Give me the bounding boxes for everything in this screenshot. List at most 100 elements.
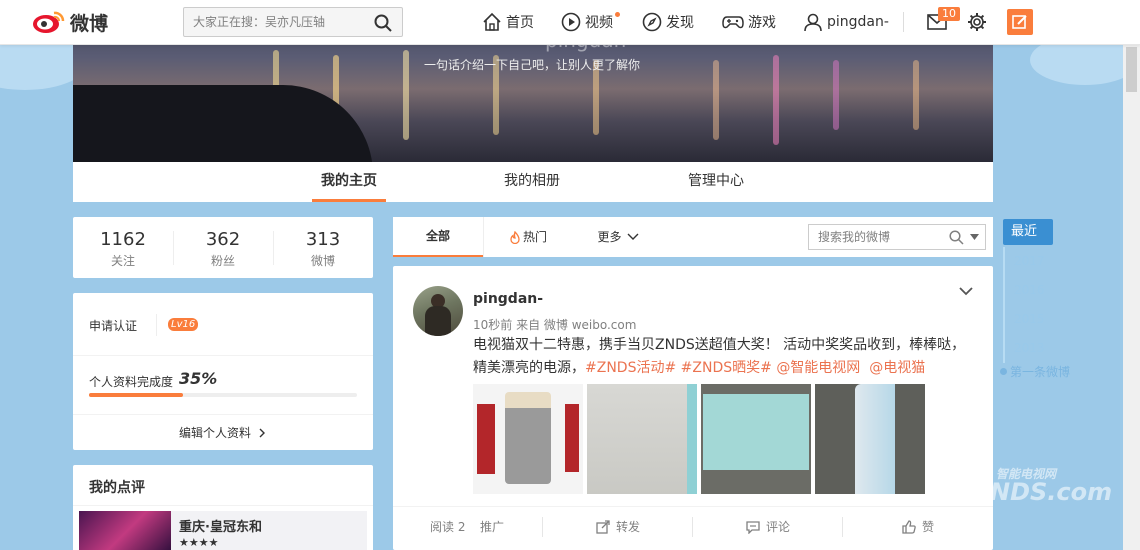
tab-my-homepage[interactable]: 我的主页	[312, 162, 386, 202]
post-photo[interactable]	[701, 384, 811, 494]
nav-divider	[903, 12, 904, 32]
timeline-year[interactable]: 2017	[1003, 247, 1073, 276]
settings-gear-icon[interactable]	[967, 12, 987, 32]
level-badge[interactable]: Lv16	[168, 318, 199, 331]
feed-tab-divider	[483, 217, 484, 257]
scrollbar-thumb[interactable]	[1126, 47, 1137, 92]
cover-light-reflection	[833, 60, 839, 130]
reviews-card: 我的点评 重庆·皇冠东和 ★★★★	[73, 465, 373, 550]
timeline-year[interactable]: 2015	[1003, 305, 1073, 334]
topic-tag-link[interactable]: #ZNDS晒奖#	[681, 360, 772, 376]
photo-pouch	[505, 392, 551, 484]
feed-filter-tabs: 全部 热门 更多	[393, 217, 993, 257]
following-count: 1162	[100, 229, 146, 250]
year-timeline: 最近 2017 2016 2015 2013 第一条微博	[1000, 219, 1073, 380]
nav-home[interactable]: 首页	[482, 10, 534, 34]
review-item[interactable]: 重庆·皇冠东和 ★★★★	[79, 511, 367, 550]
post-photo[interactable]	[473, 384, 583, 494]
weibo-eye-icon	[33, 11, 65, 33]
post-author-name[interactable]: pingdan-	[473, 291, 543, 307]
compass-icon	[642, 12, 662, 32]
message-count-badge: 10	[938, 7, 960, 21]
nav-video-label: 视频	[585, 15, 613, 31]
repost-button[interactable]: 转发	[596, 507, 640, 547]
post-meta: 10秒前 来自 微博 weibo.com	[473, 318, 637, 332]
topic-tag-link[interactable]: #ZNDS活动#	[585, 360, 676, 376]
global-search-input[interactable]	[184, 8, 364, 36]
search-icon[interactable]	[374, 14, 392, 32]
stat-following[interactable]: 1162 关注	[73, 229, 173, 269]
compose-post-button[interactable]	[1007, 9, 1033, 35]
cover-light-reflection	[773, 55, 779, 145]
tab-all-posts[interactable]: 全部	[393, 217, 483, 257]
weibo-logo[interactable]: 微博	[32, 8, 108, 36]
profile-info-card: 申请认证 Lv16 个人资料完成度 35% 编辑个人资料	[73, 293, 373, 450]
comment-button[interactable]: 评论	[746, 507, 790, 547]
repost-icon	[596, 520, 610, 534]
nav-profile[interactable]: pingdan-	[803, 10, 889, 34]
mention-link[interactable]: @智能电视网	[776, 360, 860, 376]
profile-tabs: 我的主页 我的相册 管理中心	[73, 162, 993, 202]
photo-package-right	[565, 404, 579, 472]
tab-hot-posts[interactable]: 热门	[498, 217, 558, 257]
info-divider	[73, 355, 373, 356]
stats-card: 1162 关注 362 粉丝 313 微博	[73, 217, 373, 278]
post-photo[interactable]	[587, 384, 697, 494]
video-new-dot	[615, 12, 620, 17]
nav-video[interactable]: 视频	[561, 10, 613, 34]
completeness-progress-bar	[89, 393, 357, 397]
photo-box-edge	[687, 384, 697, 494]
post-action-bar: 阅读 2 推广 转发 评论 赞	[393, 506, 993, 546]
promote-button[interactable]: 推广	[480, 507, 504, 547]
user-icon	[804, 13, 822, 32]
chevron-right-icon	[259, 428, 265, 437]
weibo-logo-text: 微博	[70, 12, 109, 35]
tab-hot-label: 热门	[522, 230, 547, 244]
stat-followers[interactable]: 362 粉丝	[173, 229, 273, 269]
thumbs-up-icon	[902, 520, 916, 534]
flame-icon	[510, 230, 520, 244]
edit-profile-label: 编辑个人资料	[178, 426, 251, 440]
page-scrollbar[interactable]	[1123, 45, 1140, 550]
posts-count: 313	[305, 229, 341, 250]
video-play-icon	[561, 12, 581, 32]
tab-management-center[interactable]: 管理中心	[681, 162, 751, 202]
nav-games-label: 游戏	[748, 15, 776, 31]
post-options-chevron-icon[interactable]	[959, 287, 973, 296]
tab-more-dropdown[interactable]: 更多	[588, 217, 648, 257]
action-divider	[692, 517, 693, 537]
post-photo[interactable]	[815, 384, 925, 494]
tab-my-album[interactable]: 我的相册	[497, 162, 567, 202]
timeline-year[interactable]: 2016	[1003, 276, 1073, 305]
nav-discover-label: 发现	[666, 15, 694, 31]
my-posts-search-box	[808, 224, 986, 250]
like-button[interactable]: 赞	[902, 507, 934, 547]
photo-power-bank-side	[855, 384, 895, 494]
author-avatar[interactable]	[413, 286, 463, 336]
comment-icon	[746, 520, 760, 534]
timeline-year[interactable]: 2013	[1003, 334, 1073, 363]
top-navigation-bar: 微博 首页 视频 发现	[0, 0, 1140, 45]
timeline-dot	[1000, 368, 1007, 375]
my-posts-search-input[interactable]	[809, 225, 939, 249]
nav-discover[interactable]: 发现	[642, 10, 694, 34]
stat-posts[interactable]: 313 微博	[273, 229, 373, 269]
apply-verification-link[interactable]: 申请认证	[89, 317, 137, 334]
action-divider	[542, 517, 543, 537]
nav-username: pingdan-	[827, 14, 889, 30]
edit-profile-link[interactable]: 编辑个人资料	[73, 415, 373, 450]
search-dropdown-arrow-icon[interactable]	[970, 234, 979, 240]
chevron-down-icon	[627, 233, 638, 240]
search-icon[interactable]	[949, 230, 964, 245]
tab-more-label: 更多	[597, 230, 622, 244]
nav-games[interactable]: 游戏	[722, 10, 776, 34]
cover-light-reflection	[403, 50, 409, 140]
info-divider	[73, 505, 373, 506]
compose-pencil-icon	[1012, 15, 1027, 29]
completeness-progress-fill	[89, 393, 183, 397]
completeness-value: 35%	[179, 369, 218, 388]
avatar-figure-body	[425, 306, 451, 336]
timeline-first-post[interactable]: 第一条微博	[1000, 363, 1073, 380]
timeline-recent[interactable]: 最近	[1003, 219, 1053, 245]
following-label: 关注	[110, 254, 135, 268]
